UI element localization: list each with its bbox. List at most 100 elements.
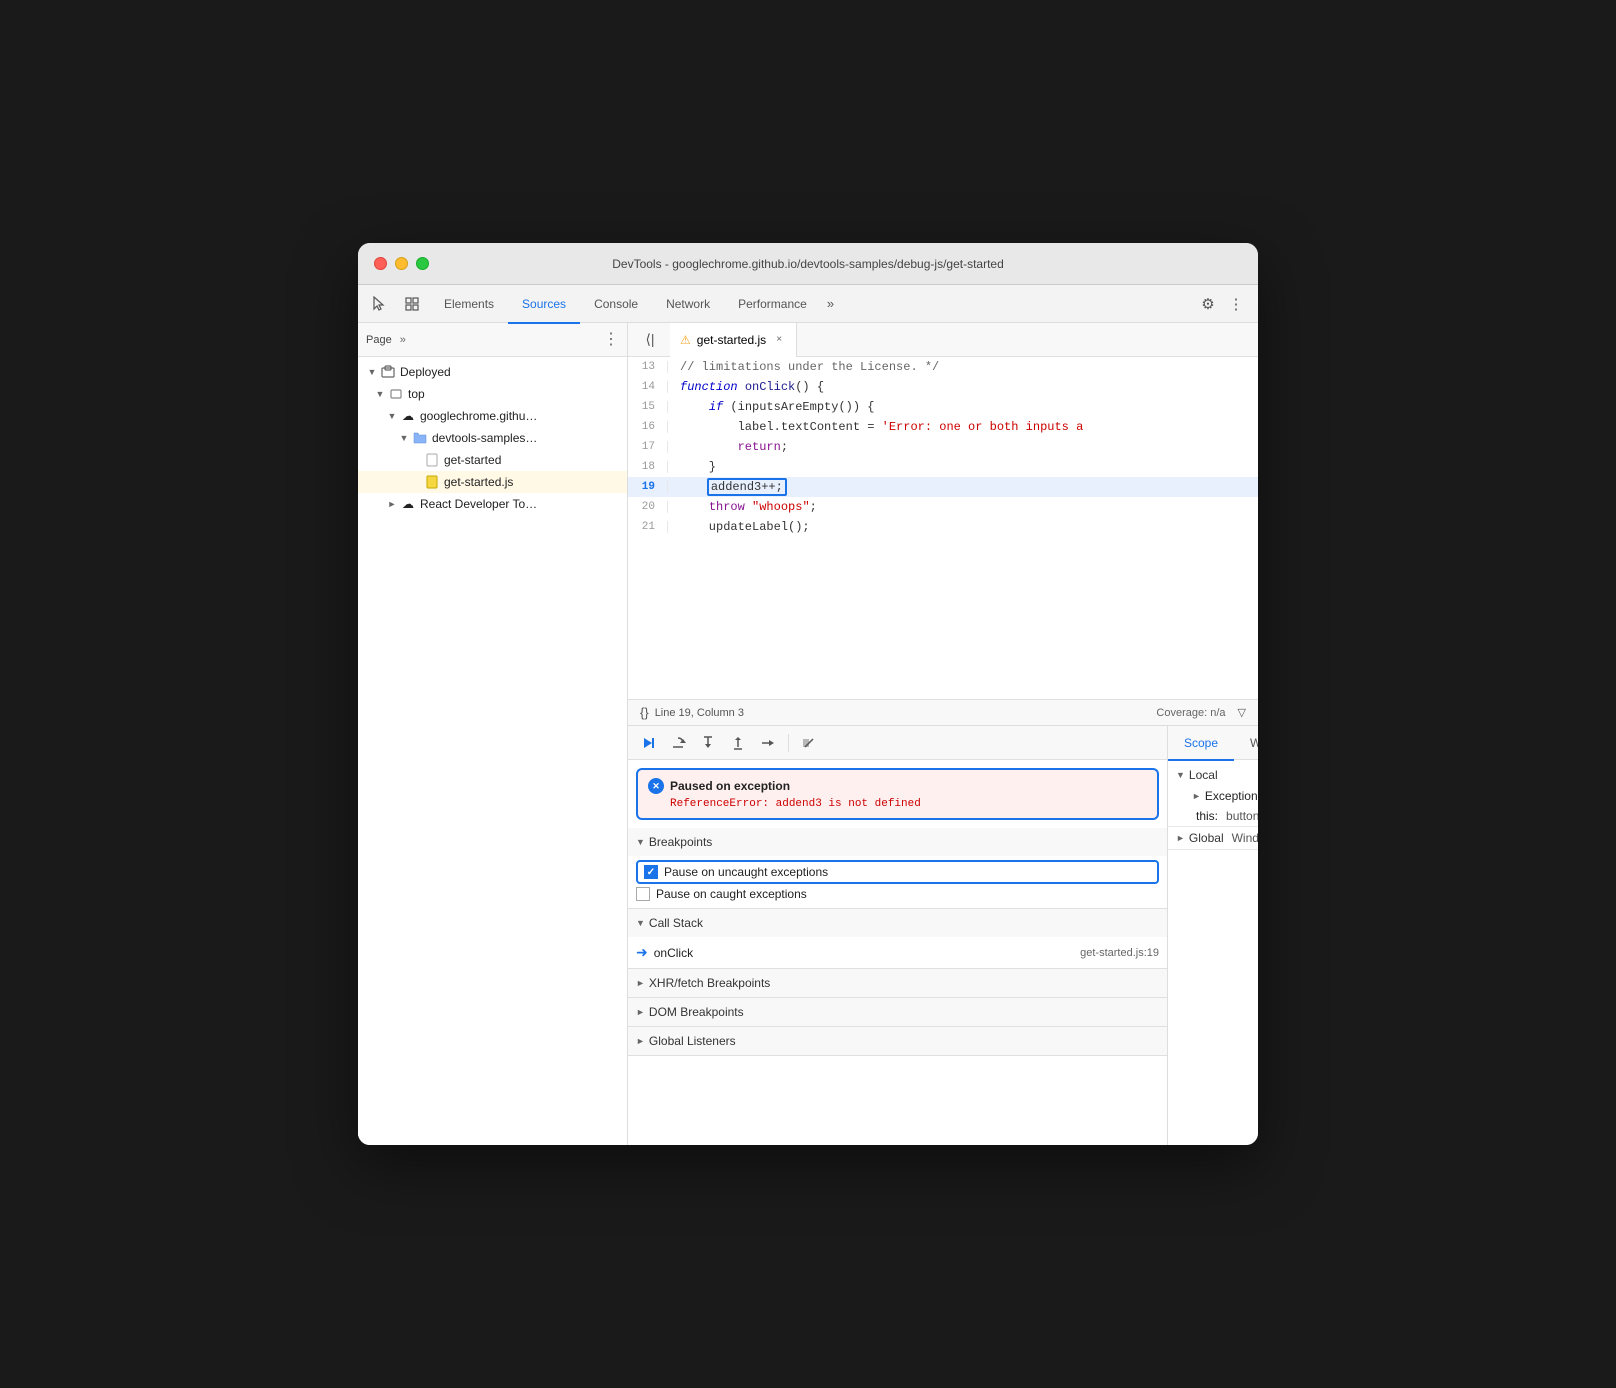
- line-content-21: updateLabel();: [680, 520, 810, 534]
- call-arrow-icon: ➜: [636, 944, 648, 961]
- line-content-17: return;: [680, 440, 788, 454]
- source-tab-close[interactable]: ×: [772, 333, 786, 347]
- line-num-13: 13: [628, 361, 668, 373]
- dom-header[interactable]: ► DOM Breakpoints: [628, 998, 1167, 1026]
- xhr-section: ► XHR/fetch Breakpoints: [628, 969, 1167, 998]
- scope-item-exception[interactable]: ► Exception: Referen…: [1168, 786, 1258, 806]
- source-tab-getstarted[interactable]: ⚠ get-started.js ×: [670, 323, 797, 357]
- cursor-icon[interactable]: [366, 290, 394, 318]
- traffic-lights: [374, 257, 429, 270]
- step-out-btn[interactable]: [726, 731, 750, 755]
- tree-label-gs: get-started: [444, 453, 501, 467]
- resume-btn[interactable]: [636, 731, 660, 755]
- breakpoints-content: Pause on uncaught exceptions Pause on ca…: [628, 856, 1167, 908]
- code-line-16: 16 label.textContent = 'Error: one or bo…: [628, 417, 1258, 437]
- settings-icon[interactable]: ⚙: [1194, 290, 1222, 318]
- code-line-13: 13 // limitations under the License. */: [628, 357, 1258, 377]
- pretty-print-icon[interactable]: {}: [640, 705, 649, 720]
- tab-watch[interactable]: Watch: [1234, 727, 1258, 761]
- scope-group-local-header[interactable]: ▼ Local: [1168, 764, 1258, 786]
- devtools-folder-icon: [412, 430, 428, 446]
- pause-caught-label: Pause on caught exceptions: [656, 887, 807, 901]
- more-tabs-btn[interactable]: »: [821, 285, 840, 323]
- code-line-17: 17 return;: [628, 437, 1258, 457]
- source-back-btn[interactable]: ⟨|: [636, 326, 664, 354]
- exception-arrow: ►: [1192, 791, 1201, 801]
- tab-elements[interactable]: Elements: [430, 286, 508, 324]
- tab-console[interactable]: Console: [580, 286, 652, 324]
- line-num-14: 14: [628, 381, 668, 393]
- code-line-21: 21 updateLabel();: [628, 517, 1258, 537]
- call-stack-arrow: ▼: [636, 918, 645, 928]
- pause-caught-checkbox[interactable]: [636, 887, 650, 901]
- close-button[interactable]: [374, 257, 387, 270]
- tab-network[interactable]: Network: [652, 286, 724, 324]
- line-content-15: if (inputsAreEmpty()) {: [680, 400, 874, 414]
- source-tab-label: get-started.js: [697, 333, 766, 347]
- tab-performance[interactable]: Performance: [724, 286, 821, 324]
- coverage-dropdown-icon[interactable]: ▽: [1238, 706, 1246, 719]
- tree-item-deployed[interactable]: ▼ Deployed: [358, 361, 627, 383]
- call-stack-item-onclick[interactable]: ➜ onClick get-started.js:19: [636, 941, 1159, 964]
- dom-arrow: ►: [636, 1007, 645, 1017]
- top-icon: [388, 386, 404, 402]
- pause-caught-row[interactable]: Pause on caught exceptions: [636, 884, 1159, 904]
- bottom-right: Scope Watch ▼ Local ►: [1168, 726, 1258, 1145]
- global-scope-label: Global: [1189, 831, 1224, 845]
- more-pages-btn[interactable]: »: [400, 334, 406, 346]
- call-stack-section: ▼ Call Stack ➜ onClick get-started.js:19: [628, 909, 1167, 969]
- status-bar: {} Line 19, Column 3 Coverage: n/a ▽: [628, 699, 1258, 725]
- maximize-button[interactable]: [416, 257, 429, 270]
- code-lines: 13 // limitations under the License. */ …: [628, 357, 1258, 537]
- tree-item-getstarted[interactable]: get-started: [358, 449, 627, 471]
- minimize-button[interactable]: [395, 257, 408, 270]
- xhr-header[interactable]: ► XHR/fetch Breakpoints: [628, 969, 1167, 997]
- tree-arrow-react: ►: [386, 498, 398, 510]
- tree-item-react[interactable]: ► ☁ React Developer To…: [358, 493, 627, 515]
- global-header[interactable]: ► Global Listeners: [628, 1027, 1167, 1055]
- tree-item-googlechrome[interactable]: ▼ ☁ googlechrome.githu…: [358, 405, 627, 427]
- line-content-19: addend3++;: [680, 478, 785, 496]
- pause-uncaught-checkbox[interactable]: [644, 865, 658, 879]
- line-num-20: 20: [628, 501, 668, 513]
- scope-group-global-header[interactable]: ► Global Window: [1168, 827, 1258, 849]
- tab-scope[interactable]: Scope: [1168, 727, 1234, 761]
- scope-key-this: this:: [1196, 809, 1218, 823]
- right-panel: ⟨| ⚠ get-started.js × 13 // limitations …: [628, 323, 1258, 1145]
- scope-tabs: Scope Watch: [1168, 726, 1258, 760]
- bottom-layout: ✕ Paused on exception ReferenceError: ad…: [628, 725, 1258, 1145]
- tab-sources[interactable]: Sources: [508, 286, 580, 324]
- titlebar: DevTools - googlechrome.github.io/devtoo…: [358, 243, 1258, 285]
- global-section: ► Global Listeners: [628, 1027, 1167, 1056]
- call-stack-header[interactable]: ▼ Call Stack: [628, 909, 1167, 937]
- panel-menu-btn[interactable]: ⋮: [603, 332, 619, 348]
- inspect-icon[interactable]: [398, 290, 426, 318]
- code-editor[interactable]: 13 // limitations under the License. */ …: [628, 357, 1258, 699]
- step-into-btn[interactable]: [696, 731, 720, 755]
- step-over-btn[interactable]: [666, 731, 690, 755]
- tree-item-top[interactable]: ▼ top: [358, 383, 627, 405]
- step-btn[interactable]: [756, 731, 780, 755]
- global-arrow: ►: [636, 1036, 645, 1046]
- xhr-label: XHR/fetch Breakpoints: [649, 976, 770, 990]
- cursor-position: Line 19, Column 3: [655, 707, 744, 719]
- tree-item-getstarted-js[interactable]: get-started.js: [358, 471, 627, 493]
- breakpoints-header[interactable]: ▼ Breakpoints: [628, 828, 1167, 856]
- react-icon: ☁: [400, 496, 416, 512]
- scope-content: ▼ Local ► Exception: Referen…: [1168, 760, 1258, 854]
- deactivate-breakpoints-btn[interactable]: [797, 731, 821, 755]
- tree-item-devtools[interactable]: ▼ devtools-samples…: [358, 427, 627, 449]
- pause-uncaught-row[interactable]: Pause on uncaught exceptions: [636, 860, 1159, 884]
- scope-group-local: ▼ Local ► Exception: Referen…: [1168, 764, 1258, 827]
- devtools-window: DevTools - googlechrome.github.io/devtoo…: [358, 243, 1258, 1145]
- dom-label: DOM Breakpoints: [649, 1005, 744, 1019]
- tree-label-deployed: Deployed: [400, 365, 451, 379]
- source-header: ⟨| ⚠ get-started.js ×: [628, 323, 1258, 357]
- local-label: Local: [1189, 768, 1218, 782]
- tree-label-gsjs: get-started.js: [444, 475, 513, 489]
- more-menu-icon[interactable]: ⋮: [1222, 290, 1250, 318]
- breakpoints-arrow: ▼: [636, 837, 645, 847]
- left-panel: Page » ⋮ ▼ Deployed ▼: [358, 323, 628, 1145]
- warning-icon: ⚠: [680, 333, 691, 347]
- file-tree: ▼ Deployed ▼ top: [358, 357, 627, 1145]
